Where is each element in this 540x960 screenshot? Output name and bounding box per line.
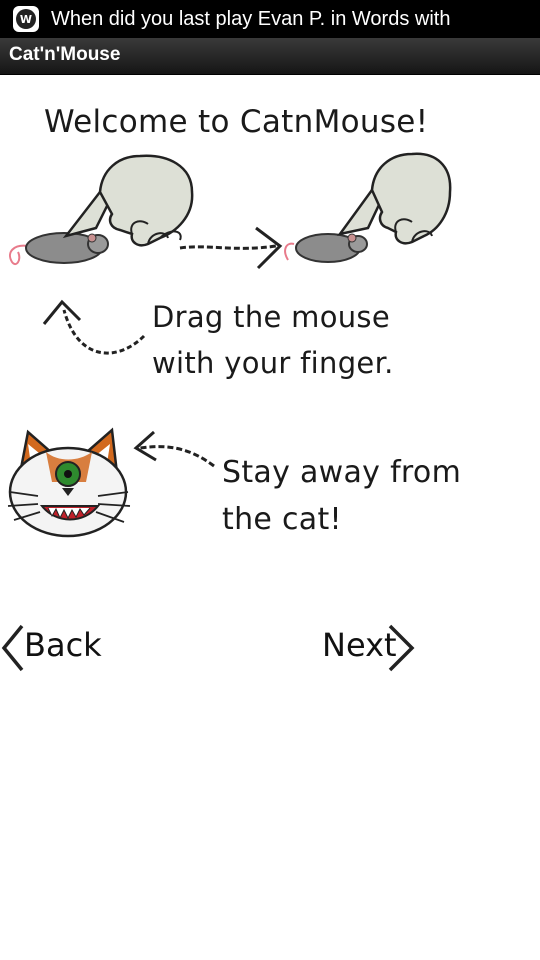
words-with-friends-icon: W (13, 6, 39, 32)
curved-arrow-up-icon (42, 299, 146, 355)
app-title: Cat'n'Mouse (9, 44, 121, 65)
hand-touching-mouse-illustration (9, 154, 194, 266)
welcome-heading: Welcome to CatnMouse! (44, 104, 429, 140)
cat-face-illustration (7, 427, 131, 538)
app-title-bar: Cat'n'Mouse (0, 38, 540, 75)
next-button[interactable]: Next (322, 618, 418, 676)
drag-instruction-line2: with your finger. (152, 346, 394, 380)
chevron-left-icon (1, 624, 24, 672)
notification-ticker: When did you last play Evan P. in Words … (51, 7, 451, 30)
hand-dragging-mouse-illustration (284, 152, 452, 263)
left-arrow-icon (133, 430, 215, 468)
right-arrow-icon (179, 226, 283, 270)
back-button[interactable]: Back (0, 618, 102, 676)
status-bar: W When did you last play Evan P. in Word… (0, 0, 540, 38)
cat-warning-line2: the cat! (222, 502, 342, 537)
notification-icon-letter: W (16, 9, 36, 29)
cat-warning-line1: Stay away from (222, 455, 462, 490)
chevron-right-icon (388, 624, 415, 672)
drag-instruction-line1: Drag the mouse (152, 300, 390, 334)
back-button-label: Back (24, 626, 102, 664)
